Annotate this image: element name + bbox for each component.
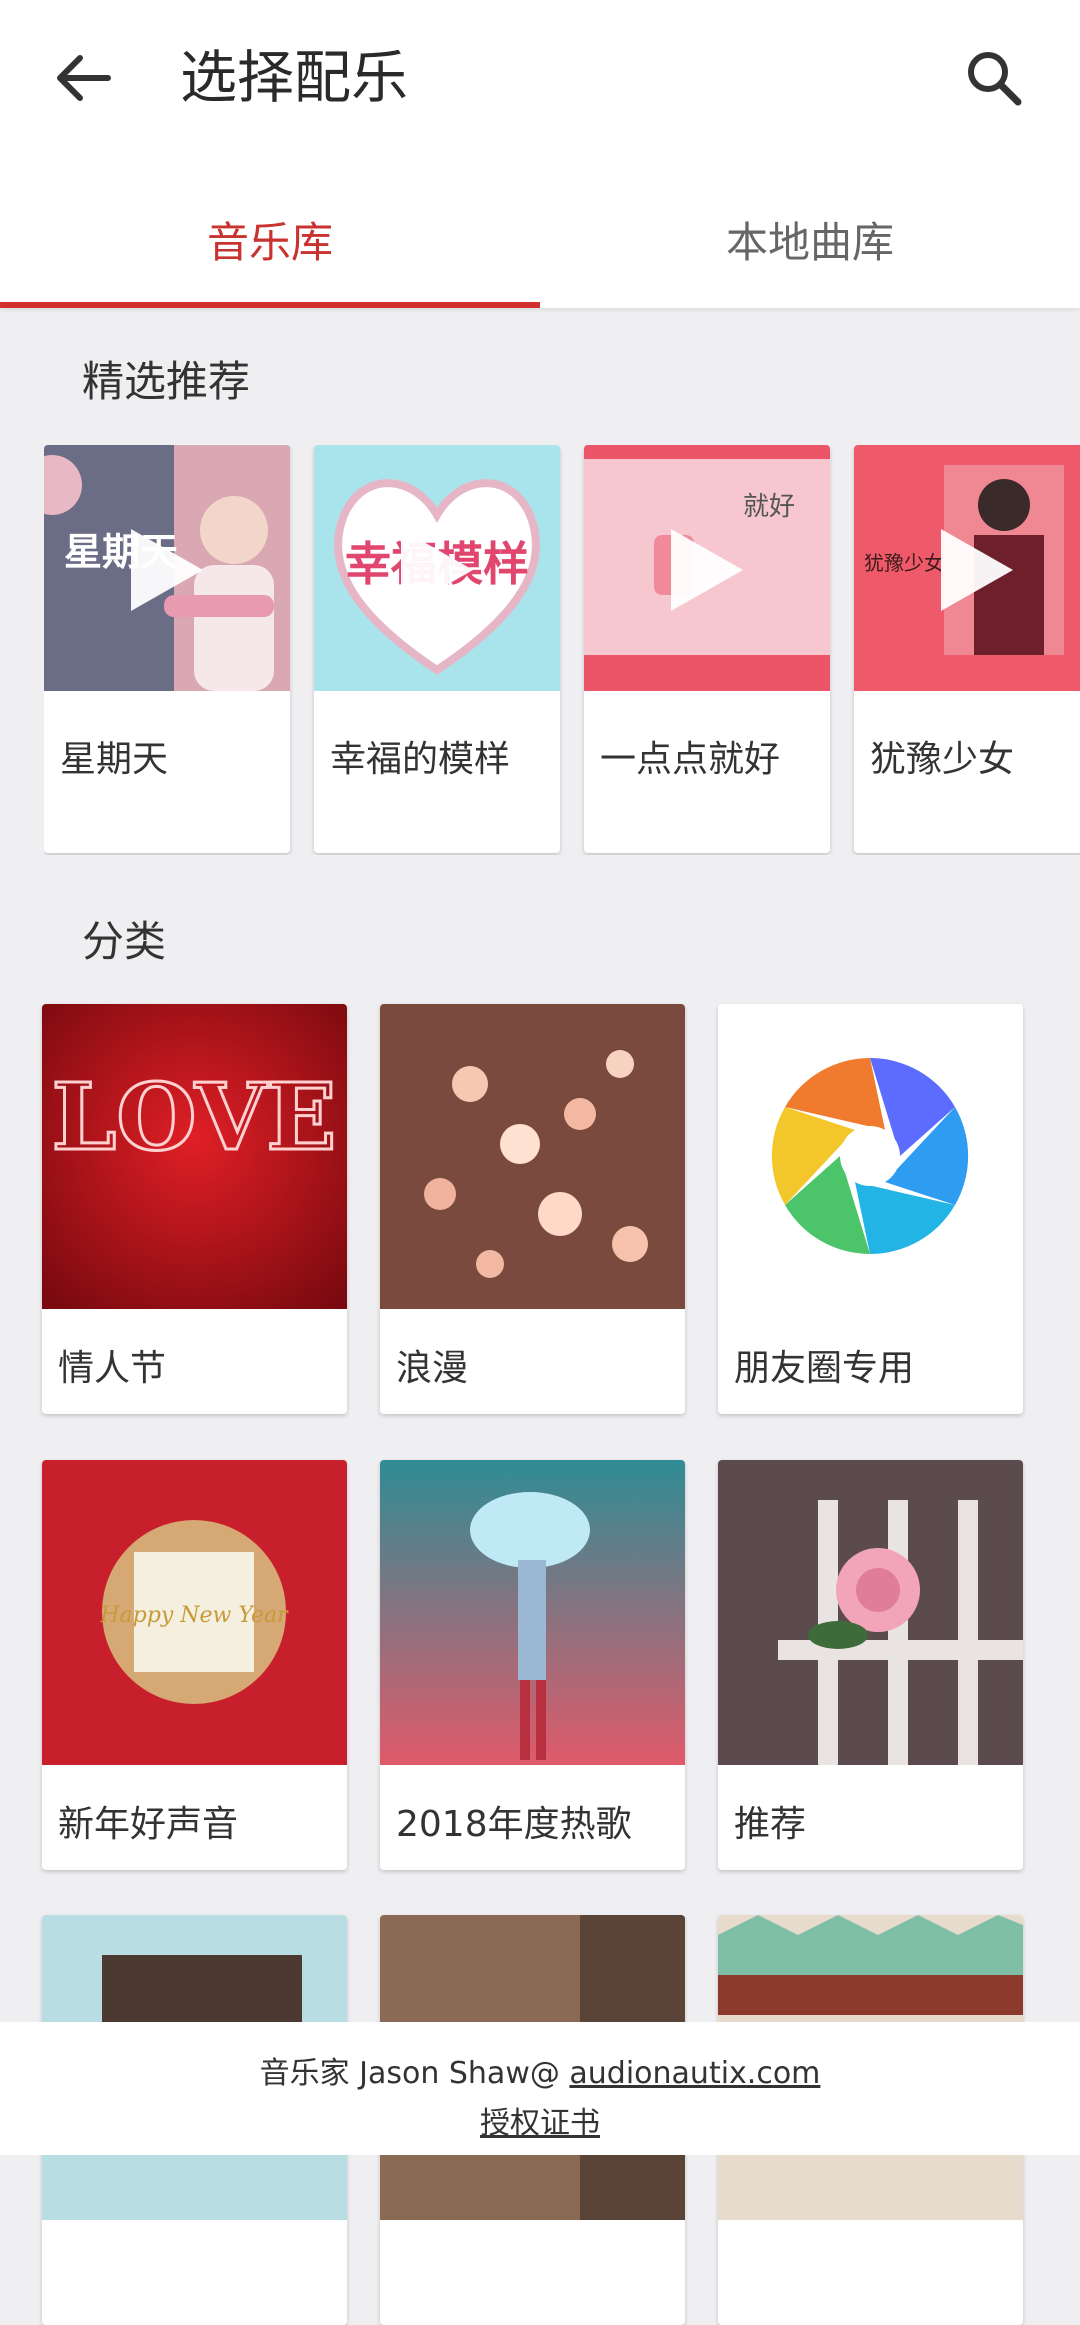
featured-card[interactable]: 星期天 星期天 — [44, 445, 290, 853]
featured-card-title: 星期天 — [60, 739, 169, 780]
category-card-title: 2018年度热歌 — [396, 1804, 632, 1845]
category-section-title: 分类 — [82, 917, 167, 966]
featured-list[interactable]: 星期天 星期天 幸福模样 幸福的模样 就好 一点点就好 — [44, 445, 1080, 855]
tab-local-library[interactable]: 本地曲库 — [540, 170, 1080, 308]
category-cover — [718, 1460, 1023, 1765]
category-card[interactable]: 朋友圈专用 — [718, 1004, 1023, 1414]
play-icon[interactable] — [937, 525, 1017, 615]
svg-text:LOVE: LOVE — [52, 1063, 337, 1171]
page-title: 选择配乐 — [180, 45, 408, 111]
category-cover: LOVE — [42, 1004, 347, 1309]
tab-music-library[interactable]: 音乐库 — [0, 170, 540, 308]
featured-card-title: 犹豫少女 — [870, 739, 1015, 780]
category-card-title: 朋友圈专用 — [734, 1348, 915, 1389]
category-cover — [380, 1004, 685, 1309]
featured-card[interactable]: 犹豫少女 犹豫少女 — [854, 445, 1080, 853]
category-cover: Happy New Year — [42, 1460, 347, 1765]
tab-indicator — [0, 302, 540, 308]
credit-text: 音乐家 Jason Shaw@ — [259, 2056, 570, 2091]
category-cover — [380, 1460, 685, 1765]
search-icon — [968, 52, 1022, 106]
category-card[interactable]: 浪漫 — [380, 1004, 685, 1414]
category-card[interactable]: 推荐 — [718, 1460, 1023, 1870]
back-button[interactable] — [48, 42, 120, 114]
music-credit: 音乐家 Jason Shaw@ audionautix.com — [0, 2048, 1080, 2092]
category-card-title: 推荐 — [734, 1804, 807, 1845]
footer: 音乐家 Jason Shaw@ audionautix.com 授权证书 — [0, 2022, 1080, 2155]
category-card[interactable]: LOVE 情人节 — [42, 1004, 347, 1414]
svg-text:Happy New Year: Happy New Year — [99, 1603, 289, 1628]
app-bar: 选择配乐 — [0, 0, 1080, 170]
category-card[interactable]: Happy New Year 新年好声音 — [42, 1460, 347, 1870]
category-card-title: 情人节 — [58, 1348, 167, 1389]
featured-card-title: 一点点就好 — [600, 739, 781, 780]
featured-card-title: 幸福的模样 — [330, 739, 511, 780]
category-card[interactable]: 2018年度热歌 — [380, 1460, 685, 1870]
play-icon[interactable] — [127, 525, 207, 615]
category-card-title: 新年好声音 — [58, 1804, 239, 1845]
svg-text:就好: 就好 — [743, 492, 795, 522]
tab-bar: 音乐库 本地曲库 — [0, 170, 1080, 308]
play-icon[interactable] — [397, 525, 477, 615]
play-icon[interactable] — [667, 525, 747, 615]
credit-link[interactable]: audionautix.com — [569, 2056, 820, 2091]
featured-card[interactable]: 就好 一点点就好 — [584, 445, 830, 853]
category-card-title: 浪漫 — [396, 1348, 469, 1389]
svg-text:犹豫少女: 犹豫少女 — [864, 551, 944, 575]
arrow-back-icon — [57, 55, 111, 101]
featured-section-title: 精选推荐 — [82, 357, 251, 406]
aperture-icon — [718, 1004, 1023, 1309]
search-button[interactable] — [958, 42, 1030, 114]
featured-card[interactable]: 幸福模样 幸福的模样 — [314, 445, 560, 853]
license-link[interactable]: 授权证书 — [0, 2098, 1080, 2142]
